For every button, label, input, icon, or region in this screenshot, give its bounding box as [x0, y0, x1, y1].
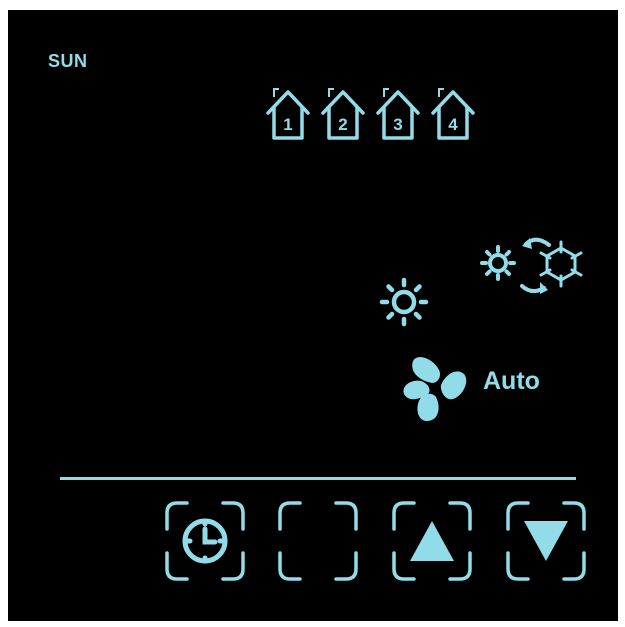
zone-number: 4: [448, 115, 458, 134]
zone-number: 1: [283, 115, 293, 134]
zone-number: 3: [393, 115, 403, 134]
blank-button[interactable]: [276, 499, 360, 583]
fan-icon: [403, 357, 467, 422]
thermostat-panel: SUN 1 2 3 4 Auto: [8, 10, 618, 621]
sun-icon: [480, 245, 516, 281]
divider: [60, 477, 576, 480]
zone-4: 4: [430, 86, 476, 144]
day-label: SUN: [48, 51, 88, 71]
up-button[interactable]: [390, 499, 474, 583]
clock-button[interactable]: [163, 499, 247, 583]
clock-icon: [182, 518, 228, 564]
fan-indicator: [401, 355, 469, 428]
zone-1: 1: [265, 86, 311, 144]
heat-mode-indicator: [376, 274, 432, 335]
zone-2: 2: [320, 86, 366, 144]
triangle-down-icon: [524, 521, 568, 561]
down-button[interactable]: [504, 499, 588, 583]
zone-3: 3: [375, 86, 421, 144]
sun-icon: [379, 277, 429, 327]
refresh-arrows-icon: [520, 237, 551, 293]
zone-number: 2: [338, 115, 348, 134]
heat-cool-changeover-icon: [480, 237, 583, 294]
zone-indicators: 1 2 3 4: [265, 86, 477, 144]
fan-mode-label: Auto: [483, 367, 540, 395]
snowflake-icon: [539, 240, 583, 288]
mode-changeover-indicator: [478, 232, 588, 307]
triangle-up-icon: [410, 521, 454, 561]
